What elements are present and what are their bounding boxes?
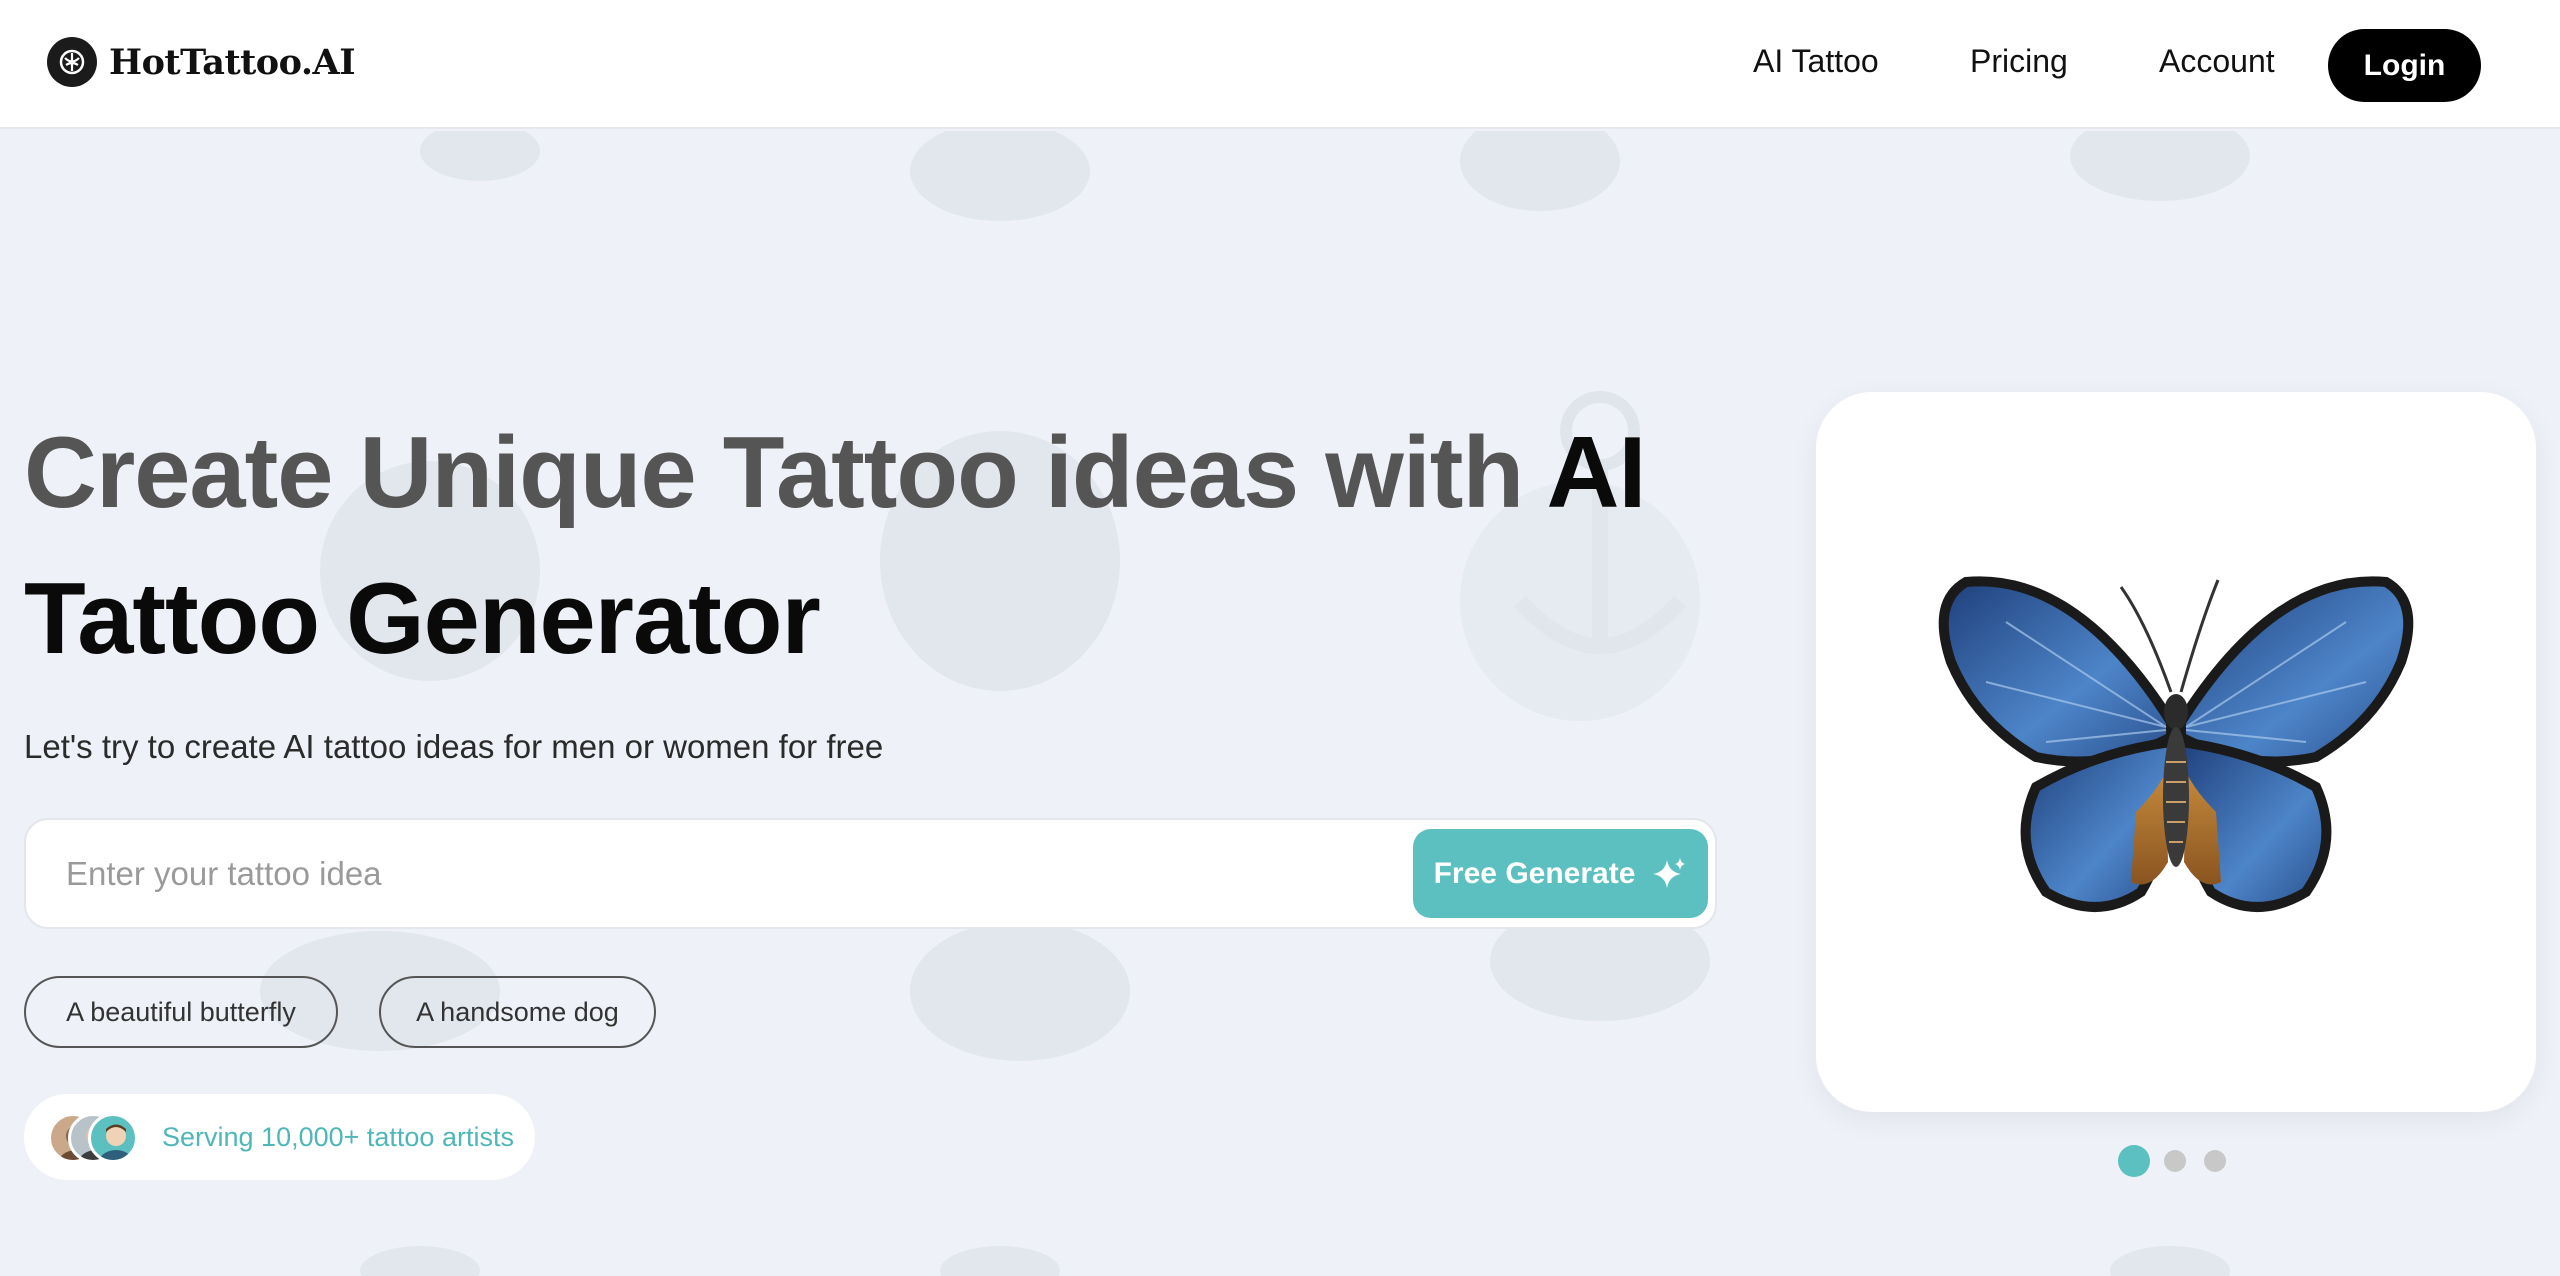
hero-title: Create Unique Tattoo ideas with AI Tatto… — [24, 400, 1664, 692]
social-proof-badge: Serving 10,000+ tattoo artists — [24, 1094, 535, 1180]
nav-ai-tattoo[interactable]: AI Tattoo — [1753, 43, 1879, 80]
suggestion-chip-dog[interactable]: A handsome dog — [379, 976, 656, 1048]
tattoo-logo-icon — [47, 37, 97, 87]
free-generate-button[interactable]: Free Generate — [1413, 829, 1708, 918]
avatar-group — [48, 1107, 168, 1167]
brand-name: HotTattoo.AI — [109, 41, 356, 83]
carousel-dot-1[interactable] — [2118, 1145, 2150, 1177]
nav-pricing[interactable]: Pricing — [1970, 43, 2068, 80]
hero-subtitle: Let's try to create AI tattoo ideas for … — [24, 728, 884, 765]
brand-logo-link[interactable]: HotTattoo.AI — [47, 37, 356, 87]
hero-title-muted: Create Unique Tattoo ideas with — [24, 417, 1547, 529]
suggestion-chip-butterfly[interactable]: A beautiful butterfly — [24, 976, 338, 1048]
nav-account[interactable]: Account — [2159, 43, 2275, 80]
login-button[interactable]: Login — [2328, 29, 2481, 102]
top-navbar: HotTattoo.AI AI Tattoo Pricing Account L… — [0, 0, 2560, 129]
free-generate-label: Free Generate — [1433, 856, 1636, 890]
carousel-dot-2[interactable] — [2164, 1150, 2186, 1172]
carousel-dots — [2118, 1145, 2244, 1177]
generated-tattoo-card[interactable] — [1816, 392, 2536, 1112]
butterfly-tattoo-image — [1938, 576, 2414, 912]
avatar — [88, 1113, 138, 1163]
sparkle-icon — [1653, 857, 1686, 888]
tattoo-idea-input[interactable] — [66, 848, 1366, 900]
social-proof-text: Serving 10,000+ tattoo artists — [162, 1121, 514, 1152]
carousel-dot-3[interactable] — [2204, 1150, 2226, 1172]
tattoo-idea-form: Free Generate — [24, 818, 1717, 929]
